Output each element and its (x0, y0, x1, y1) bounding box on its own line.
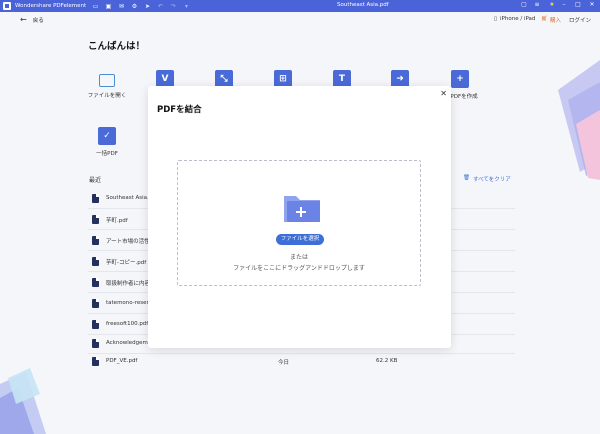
clear-all-label: すべてをクリア (472, 177, 511, 183)
decorative-shapes-right (558, 60, 600, 180)
menu-icon[interactable]: ≡ (531, 1, 543, 8)
file-drop-zone[interactable]: ファイルを選択 または ファイルをここにドラッグアンドドロップします (177, 160, 421, 286)
title-bar: Wondershare PDFelement ▭ ▣ ✉ ⚙ ➤ ↶ ↷ ▾ S… (0, 0, 600, 12)
app-logo-icon (3, 2, 11, 10)
file-name: freesoft100.pdf (106, 321, 149, 327)
drop-hint-text: ファイルをここにドラッグアンドドロップします (233, 265, 365, 272)
file-name: 取扱制作者に内容 (106, 281, 151, 287)
back-label: 戻る (32, 18, 44, 24)
decorative-shapes-left (0, 368, 46, 434)
or-text: または (289, 254, 308, 261)
back-button[interactable]: ← 戻る (20, 15, 44, 25)
close-icon[interactable]: ✕ (440, 89, 447, 98)
greeting-heading: こんばんは！ (88, 41, 146, 52)
pdf-file-icon (92, 257, 99, 266)
device-link[interactable]: ▯ iPhone / iPad (494, 16, 535, 22)
open-folder-icon (99, 74, 115, 87)
combine-pdf-dialog: PDFを結合 ✕ ファイルを選択 または ファイルをここにドラッグアンドドロップ… (148, 86, 451, 348)
dropdown-icon[interactable]: ▾ (180, 3, 193, 10)
pdf-file-icon (92, 299, 99, 308)
buy-button[interactable]: 🛒︎ 購入 (541, 16, 561, 24)
document-title: Southeast Asia.pdf (337, 2, 389, 8)
file-name: tatemono-reserv (106, 300, 153, 306)
batch-pdf-icon: ✓ (98, 127, 116, 145)
pdf-file-icon (92, 215, 99, 224)
tool-label: 一括PDF (96, 151, 118, 157)
tool-label: ファイルを開く (87, 93, 127, 99)
clear-all-button[interactable]: 🗑︎ すべてをクリア (463, 175, 511, 183)
recent-heading: 最近 (89, 177, 102, 184)
minimize-icon[interactable]: – (558, 1, 570, 8)
pdf-file-icon (92, 194, 99, 203)
dialog-title: PDFを結合 (157, 105, 202, 115)
tool-open-file[interactable]: ファイルを開く (77, 70, 137, 99)
chat-icon[interactable]: ▢ (518, 1, 530, 8)
select-file-button[interactable]: ファイルを選択 (276, 234, 324, 245)
pdf-file-icon (92, 278, 99, 287)
login-button[interactable]: ログイン (569, 16, 591, 24)
undo-icon[interactable]: ↶ (154, 3, 167, 10)
save-icon[interactable]: ▣ (102, 3, 115, 10)
file-name: PDF_VE.pdf (106, 358, 138, 364)
settings-icon[interactable]: ⚙ (128, 3, 141, 10)
app-name: Wondershare PDFelement (15, 3, 87, 9)
file-row[interactable]: PDF_VE.pdf 今日 62.2 KB (88, 351, 515, 372)
send-icon[interactable]: ➤ (141, 3, 154, 10)
close-window-icon[interactable]: ✕ (586, 1, 598, 8)
cart-icon: 🛒︎ (541, 16, 548, 22)
file-name: 芋町.pdf (106, 218, 128, 224)
file-size: 62.2 KB (376, 358, 398, 364)
trash-icon: 🗑︎ (463, 175, 470, 181)
tool-batch-pdf[interactable]: ✓ 一括PDF (77, 127, 137, 157)
file-date: 今日 (278, 360, 290, 366)
pdf-file-icon (92, 236, 99, 245)
star-icon[interactable]: ★ (546, 1, 558, 8)
pdf-file-icon (92, 339, 99, 348)
folder-add-icon (284, 196, 320, 222)
create-pdf-icon: + (451, 70, 469, 88)
redo-icon[interactable]: ↷ (167, 3, 180, 10)
mail-icon[interactable]: ✉ (115, 3, 128, 10)
maximize-icon[interactable]: □ (572, 1, 584, 8)
phone-icon: ▯ (494, 16, 498, 22)
file-name: 芋町-コピー.pdf (106, 260, 147, 266)
pdf-file-icon (92, 320, 99, 329)
file-name: アート市場の活性 (106, 239, 150, 245)
device-label: iPhone / iPad (500, 16, 536, 22)
folder-icon[interactable]: ▭ (89, 3, 102, 10)
pdf-file-icon (92, 357, 99, 366)
back-arrow-icon: ← (20, 15, 27, 24)
buy-label: 購入 (549, 18, 561, 24)
